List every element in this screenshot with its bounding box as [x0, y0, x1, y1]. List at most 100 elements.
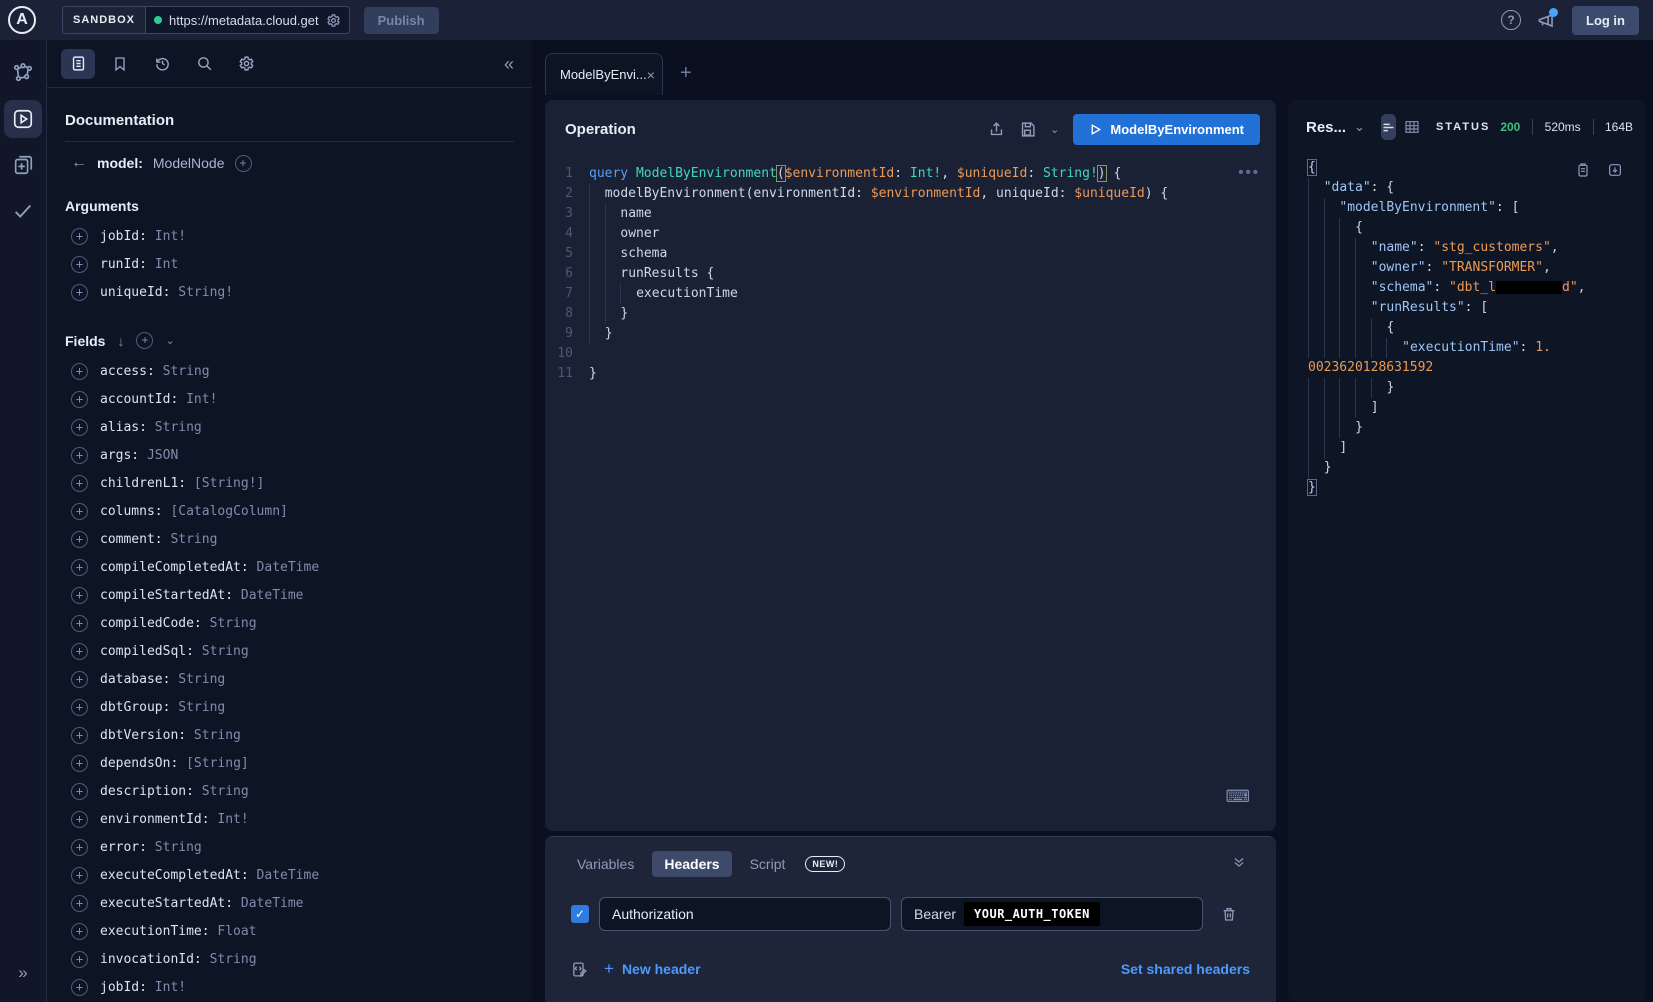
add-field-to-query-icon[interactable]: + — [71, 755, 88, 772]
new-tab-button[interactable]: + — [680, 62, 692, 85]
field-row[interactable]: +jobId: Int! — [47, 973, 532, 1001]
graphql-editor[interactable]: 1query ModelByEnvironment($environmentId… — [545, 158, 1276, 384]
help-icon[interactable]: ? — [1501, 10, 1521, 30]
add-field-to-query-icon[interactable]: + — [71, 643, 88, 660]
endpoint-url[interactable]: https://metadata.cloud.get — [169, 13, 319, 28]
tab-documentation-icon[interactable] — [61, 49, 95, 79]
endpoint-settings-gear-icon[interactable] — [326, 13, 341, 28]
collapse-panel-icon[interactable] — [1232, 855, 1246, 874]
endpoint-url-input[interactable]: https://metadata.cloud.get — [146, 13, 349, 28]
field-row[interactable]: +environmentId: Int! — [47, 805, 532, 833]
add-field-to-query-icon[interactable]: + — [71, 615, 88, 632]
field-row[interactable]: +uniqueId: String! — [47, 278, 532, 306]
add-field-to-query-icon[interactable]: + — [71, 587, 88, 604]
explorer-icon[interactable] — [4, 100, 42, 138]
sort-fields-icon[interactable]: ↓ — [117, 333, 124, 349]
keyboard-shortcuts-icon[interactable]: ⌨ — [1225, 787, 1250, 807]
operation-menu-icon[interactable]: ••• — [1238, 164, 1260, 181]
announcements-icon[interactable] — [1537, 11, 1556, 30]
field-row[interactable]: +error: String — [47, 833, 532, 861]
add-field-to-query-icon[interactable]: + — [71, 531, 88, 548]
tab-search-icon[interactable] — [187, 49, 221, 79]
response-title[interactable]: Res... — [1306, 119, 1346, 136]
set-shared-headers-link[interactable]: Set shared headers — [1121, 961, 1250, 977]
field-row[interactable]: +compileStartedAt: DateTime — [47, 581, 532, 609]
field-row[interactable]: +dbtVersion: String — [47, 721, 532, 749]
close-tab-icon[interactable]: × — [647, 67, 655, 83]
field-row[interactable]: +accountId: Int! — [47, 385, 532, 413]
expand-rail-icon[interactable]: » — [0, 950, 47, 996]
field-row[interactable]: +executionTime: Float — [47, 917, 532, 945]
raw-view-icon[interactable] — [1381, 114, 1396, 140]
field-row[interactable]: +alias: String — [47, 413, 532, 441]
add-field-to-query-icon[interactable]: + — [71, 727, 88, 744]
add-field-to-query-icon[interactable]: + — [71, 951, 88, 968]
add-field-to-query-icon[interactable]: + — [71, 671, 88, 688]
field-row[interactable]: +executeCompletedAt: DateTime — [47, 861, 532, 889]
field-row[interactable]: +compileCompletedAt: DateTime — [47, 553, 532, 581]
field-row[interactable]: +args: JSON — [47, 441, 532, 469]
table-view-icon[interactable] — [1404, 114, 1420, 140]
add-field-to-query-icon[interactable]: + — [71, 228, 88, 245]
save-dropdown-chevron-icon[interactable]: ⌄ — [1050, 123, 1059, 136]
add-field-to-query-icon[interactable]: + — [71, 699, 88, 716]
tab-variables[interactable]: Variables — [565, 851, 646, 877]
field-row[interactable]: +comment: String — [47, 525, 532, 553]
add-field-to-query-icon[interactable]: + — [71, 811, 88, 828]
add-field-to-query-icon[interactable]: + — [71, 503, 88, 520]
add-field-to-query-icon[interactable]: + — [71, 979, 88, 996]
tab-bookmarks-icon[interactable] — [103, 49, 137, 79]
new-header-button[interactable]: + New header — [604, 959, 701, 979]
tab-script[interactable]: Script — [738, 851, 798, 877]
auth-token-value[interactable]: YOUR_AUTH_TOKEN — [964, 902, 1100, 926]
field-row[interactable]: +invocationId: String — [47, 945, 532, 973]
field-row[interactable]: +description: String — [47, 777, 532, 805]
add-field-to-query-icon[interactable]: + — [71, 475, 88, 492]
add-field-to-query-icon[interactable]: + — [71, 391, 88, 408]
model-type[interactable]: ModelNode — [153, 155, 225, 171]
publish-button[interactable]: Publish — [364, 7, 439, 34]
field-row[interactable]: +compiledCode: String — [47, 609, 532, 637]
add-model-icon[interactable]: + — [235, 155, 252, 172]
tab-history-icon[interactable] — [145, 49, 179, 79]
field-row[interactable]: +compiledSql: String — [47, 637, 532, 665]
collapse-sidebar-icon[interactable]: « — [504, 54, 514, 75]
add-field-to-query-icon[interactable]: + — [71, 783, 88, 800]
environment-variables-icon[interactable] — [571, 961, 588, 978]
checklist-icon[interactable] — [0, 188, 47, 234]
add-field-to-query-icon[interactable]: + — [71, 447, 88, 464]
add-field-to-query-icon[interactable]: + — [71, 284, 88, 301]
copy-response-icon[interactable] — [1575, 162, 1591, 178]
field-row[interactable]: +childrenL1: [String!] — [47, 469, 532, 497]
download-response-icon[interactable] — [1607, 162, 1623, 178]
field-row[interactable]: +dependsOn: [String] — [47, 749, 532, 777]
tab-settings-icon[interactable] — [229, 49, 263, 79]
add-field-to-query-icon[interactable]: + — [71, 559, 88, 576]
field-row[interactable]: +columns: [CatalogColumn] — [47, 497, 532, 525]
tab-headers[interactable]: Headers — [652, 851, 731, 877]
share-operation-icon[interactable] — [988, 121, 1005, 138]
add-field-to-query-icon[interactable]: + — [71, 867, 88, 884]
login-button[interactable]: Log in — [1572, 6, 1639, 35]
add-field-to-query-icon[interactable]: + — [71, 256, 88, 273]
field-row[interactable]: +dbtGroup: String — [47, 693, 532, 721]
add-field-to-query-icon[interactable]: + — [71, 895, 88, 912]
save-operation-icon[interactable] — [1019, 121, 1036, 138]
header-value-input[interactable]: Bearer YOUR_AUTH_TOKEN — [901, 897, 1203, 931]
add-all-fields-icon[interactable]: + — [136, 332, 153, 349]
operation-collections-icon[interactable] — [0, 142, 47, 188]
field-row[interactable]: +database: String — [47, 665, 532, 693]
field-row[interactable]: +access: String — [47, 357, 532, 385]
query-tab[interactable]: ModelByEnvi... × — [545, 53, 663, 95]
response-dropdown-chevron-icon[interactable]: ⌄ — [1354, 119, 1365, 135]
schema-graph-icon[interactable] — [0, 50, 47, 96]
add-field-to-query-icon[interactable]: + — [71, 363, 88, 380]
header-name-input[interactable]: Authorization — [599, 897, 891, 931]
add-field-to-query-icon[interactable]: + — [71, 419, 88, 436]
field-row[interactable]: +runId: Int — [47, 250, 532, 278]
back-icon[interactable]: ← — [71, 154, 87, 172]
run-operation-button[interactable]: ModelByEnvironment — [1073, 114, 1260, 145]
add-field-to-query-icon[interactable]: + — [71, 839, 88, 856]
delete-header-icon[interactable] — [1221, 906, 1237, 922]
field-row[interactable]: +jobId: Int! — [47, 222, 532, 250]
